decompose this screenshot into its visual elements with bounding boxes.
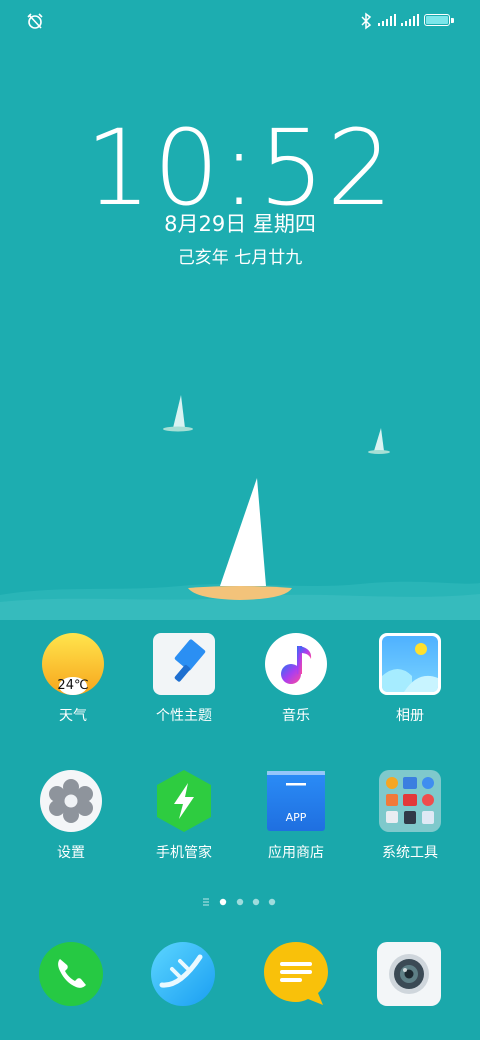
status-bar (0, 0, 480, 44)
app-label: 音乐 (282, 708, 310, 724)
app-phone-manager[interactable]: 手机管家 (129, 769, 239, 862)
app-store-icon: APP (264, 769, 328, 833)
page-indicator-menu-icon (203, 898, 209, 906)
app-store[interactable]: APP 应用商店 (241, 769, 351, 862)
app-label: 天气 (59, 708, 87, 724)
alarm-off-icon (27, 13, 43, 29)
phone-icon (38, 941, 104, 1007)
battery-icon (424, 14, 454, 26)
app-weather[interactable]: 24℃ 天气 (18, 632, 128, 725)
camera-icon (376, 941, 442, 1007)
wallpaper-sailboat-scene (0, 395, 480, 620)
app-gallery[interactable]: 相册 (355, 632, 465, 725)
settings-gear-icon (39, 769, 103, 833)
weather-icon: 24℃ (41, 632, 105, 696)
folder-system-tools[interactable]: 系统工具 (355, 769, 465, 862)
signal-icon (401, 14, 419, 26)
app-label: 个性主题 (156, 708, 212, 724)
lunar-date: 己亥年 七月廿九 (177, 248, 303, 268)
signal-icon (378, 14, 396, 26)
music-note-icon (264, 632, 328, 696)
gallery-icon (378, 632, 442, 696)
page-indicator[interactable] (200, 895, 280, 909)
weather-temperature: 24℃ (57, 678, 89, 693)
bluetooth-icon (361, 12, 372, 30)
messages-icon (263, 941, 329, 1007)
dock-phone[interactable] (16, 941, 126, 1007)
app-store-badge: APP (285, 811, 307, 824)
app-settings[interactable]: 设置 (16, 769, 126, 862)
dock-messages[interactable] (241, 941, 351, 1007)
app-label: 设置 (57, 845, 85, 861)
app-themes[interactable]: 个性主题 (129, 632, 239, 725)
app-label: 手机管家 (156, 845, 212, 861)
app-label: 应用商店 (268, 845, 324, 861)
browser-icon (150, 941, 216, 1007)
system-tools-folder-icon (378, 769, 442, 833)
dock-browser[interactable] (128, 941, 238, 1007)
phone-manager-icon (152, 769, 216, 833)
lockscreen-date: 8月29日 星期四 (164, 212, 316, 236)
dock-camera[interactable] (354, 941, 464, 1007)
theme-brush-icon (152, 632, 216, 696)
app-music[interactable]: 音乐 (241, 632, 351, 725)
app-label: 系统工具 (382, 845, 438, 861)
app-label: 相册 (396, 708, 424, 724)
